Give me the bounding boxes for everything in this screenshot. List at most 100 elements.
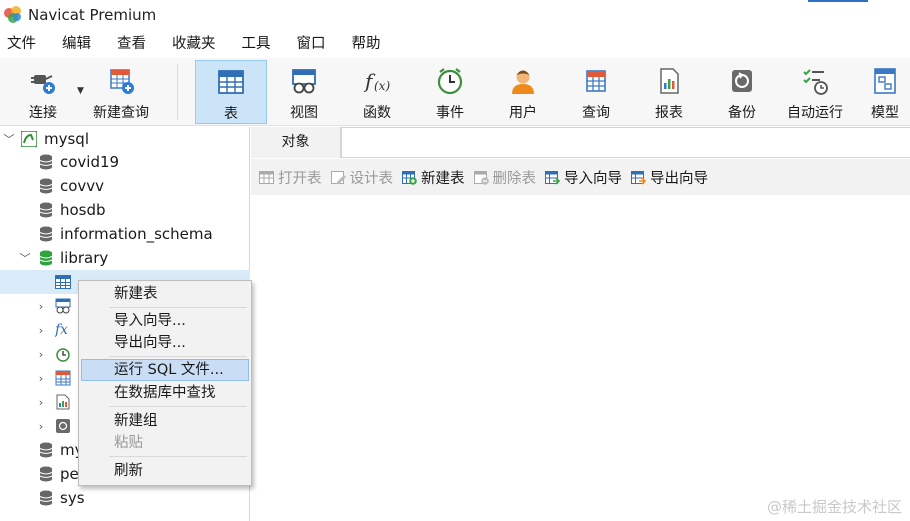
query-tool-label: 查询: [582, 105, 610, 121]
title-bar: Navicat Premium: [0, 0, 910, 30]
tree-db-sys[interactable]: sys: [0, 486, 250, 510]
tree-db-library[interactable]: ﹀ library: [0, 246, 250, 270]
ctx-run-sql-file[interactable]: 运行 SQL 文件...: [81, 359, 249, 381]
expand-arrow-icon[interactable]: ›: [34, 420, 48, 433]
expand-arrow-icon[interactable]: ›: [34, 324, 48, 337]
report-icon: [654, 66, 684, 96]
design-table-button[interactable]: 设计表: [330, 167, 393, 188]
view-icon: [289, 66, 319, 96]
window-title: Navicat Premium: [28, 6, 157, 24]
backup-icon: [55, 418, 71, 434]
delete-table-button[interactable]: 删除表: [473, 167, 537, 188]
user-icon: [508, 66, 538, 96]
context-menu: 新建表 导入向导... 导出向导... 运行 SQL 文件... 在数据库中查找…: [78, 280, 252, 486]
view-tool-label: 视图: [290, 105, 318, 121]
object-toolbar: 打开表 设计表 新建表 删除表 导入向导 导出向导: [251, 159, 910, 195]
database-name: hosdb: [60, 201, 106, 219]
expand-arrow-icon[interactable]: ›: [34, 300, 48, 313]
automation-icon: [800, 66, 830, 96]
connection-name: mysql: [44, 130, 89, 148]
plug-icon: [28, 66, 58, 96]
user-tool-button[interactable]: 用户: [493, 60, 553, 124]
new-query-icon: [106, 66, 136, 96]
automation-tool-button[interactable]: 自动运行: [780, 60, 850, 124]
database-icon: [38, 226, 54, 242]
table-tool-label: 表: [224, 106, 238, 122]
database-icon: [38, 178, 54, 194]
backup-tool-button[interactable]: 备份: [712, 60, 772, 124]
menu-tools[interactable]: 工具: [235, 31, 278, 58]
open-database-icon: [38, 250, 54, 266]
collapse-arrow-icon[interactable]: ﹀: [18, 250, 32, 266]
database-name: covid19: [60, 153, 120, 171]
expand-arrow-icon[interactable]: ›: [34, 396, 48, 409]
tab-objects[interactable]: 对象: [251, 127, 341, 158]
ctx-import-wizard[interactable]: 导入向导...: [81, 310, 249, 332]
menu-file[interactable]: 文件: [0, 31, 43, 58]
database-name: sys: [60, 489, 85, 507]
title-accent-bar: [808, 0, 868, 2]
ctx-separator: [109, 456, 247, 457]
database-icon: [38, 202, 54, 218]
table-tool-button[interactable]: 表: [195, 60, 267, 124]
ctx-export-wizard[interactable]: 导出向导...: [81, 332, 249, 354]
ctx-paste[interactable]: 粘贴: [81, 432, 249, 454]
connect-label: 连接: [29, 105, 57, 121]
query-icon: [55, 370, 71, 386]
open-table-label: 打开表: [278, 170, 322, 187]
delete-table-icon: [473, 170, 489, 185]
object-list-area[interactable]: @稀土掘金技术社区: [251, 195, 910, 521]
query-tool-button[interactable]: 查询: [566, 60, 626, 124]
design-table-icon: [330, 170, 346, 185]
tree-db-hosdb[interactable]: hosdb: [0, 198, 250, 222]
tab-bar: 对象: [251, 127, 910, 158]
ctx-new-group[interactable]: 新建组: [81, 410, 249, 432]
new-table-icon: [402, 170, 417, 185]
ctx-separator: [109, 356, 247, 357]
function-tool-button[interactable]: f (x) 函数: [346, 60, 408, 124]
clock-icon: [435, 66, 465, 96]
automation-tool-label: 自动运行: [787, 105, 843, 121]
connect-button[interactable]: 连接: [14, 60, 72, 124]
ctx-refresh[interactable]: 刷新: [81, 460, 249, 482]
table-icon: [55, 274, 71, 290]
database-icon: [38, 466, 54, 482]
database-icon: [38, 490, 54, 506]
watermark-text: @稀土掘金技术社区: [766, 498, 902, 516]
svg-text:(x): (x): [374, 79, 390, 93]
connect-dropdown-arrow-icon[interactable]: ▼: [77, 86, 84, 96]
tree-db-information-schema[interactable]: information_schema: [0, 222, 250, 246]
menu-window[interactable]: 窗口: [290, 31, 333, 58]
tree-db-covvv[interactable]: covvv: [0, 174, 250, 198]
report-tool-button[interactable]: 报表: [639, 60, 699, 124]
menu-help[interactable]: 帮助: [345, 31, 388, 58]
collapse-arrow-icon[interactable]: ﹀: [2, 131, 16, 147]
ctx-separator: [109, 307, 247, 308]
report-tool-label: 报表: [655, 105, 683, 121]
ctx-new-table[interactable]: 新建表: [81, 283, 249, 305]
new-table-button[interactable]: 新建表: [402, 167, 465, 188]
backup-tool-label: 备份: [728, 105, 756, 121]
menu-favorites[interactable]: 收藏夹: [165, 31, 223, 58]
open-table-button[interactable]: 打开表: [259, 167, 322, 188]
database-name: library: [60, 249, 109, 267]
menu-edit[interactable]: 编辑: [55, 31, 98, 58]
new-query-button[interactable]: 新建查询: [88, 60, 154, 124]
tree-db-covid19[interactable]: covid19: [0, 150, 250, 174]
navicat-logo-icon: [4, 6, 22, 24]
expand-arrow-icon[interactable]: ›: [34, 372, 48, 385]
ctx-find-in-database[interactable]: 在数据库中查找: [81, 382, 249, 404]
import-wizard-button[interactable]: 导入向导: [545, 167, 622, 188]
model-tool-button[interactable]: 模型: [860, 60, 910, 124]
delete-table-label: 删除表: [492, 170, 537, 187]
tree-connection-mysql[interactable]: ﹀ mysql: [0, 127, 250, 151]
new-table-label: 新建表: [421, 170, 465, 187]
user-tool-label: 用户: [509, 105, 537, 121]
view-tool-button[interactable]: 视图: [272, 60, 336, 124]
expand-arrow-icon[interactable]: ›: [34, 348, 48, 361]
menu-view[interactable]: 查看: [110, 31, 153, 58]
export-wizard-button[interactable]: 导出向导: [631, 167, 708, 188]
model-tool-label: 模型: [871, 105, 899, 121]
function-tool-label: 函数: [363, 105, 391, 121]
event-tool-button[interactable]: 事件: [420, 60, 480, 124]
